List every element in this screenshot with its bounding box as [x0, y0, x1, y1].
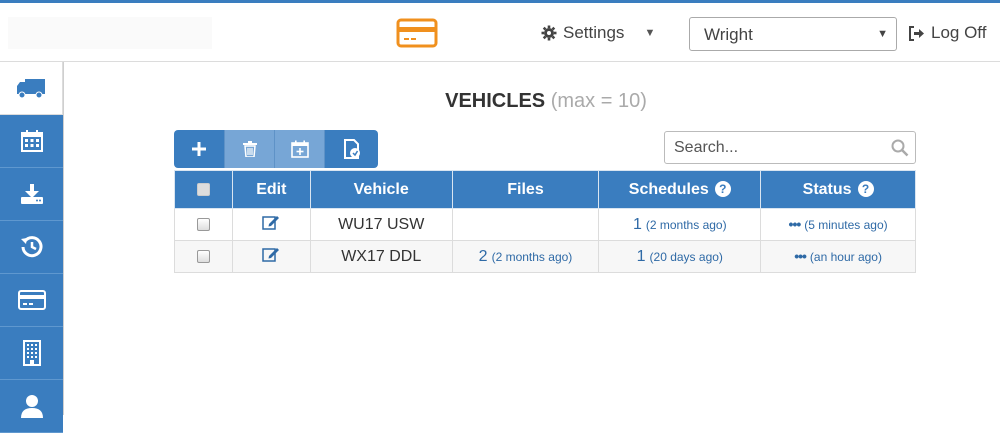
trash-icon	[242, 141, 257, 157]
sidebar-item-billing[interactable]	[0, 274, 63, 327]
column-header-schedules-label: Schedules	[628, 180, 709, 198]
content-divider	[63, 62, 64, 415]
settings-label: Settings	[563, 23, 625, 42]
gear-icon	[541, 25, 557, 41]
schedules-cell[interactable]: 1 (20 days ago)	[598, 240, 762, 273]
help-icon[interactable]: ?	[714, 181, 731, 198]
user-select[interactable]: Wright ▼	[689, 17, 897, 51]
dropdown-arrow-icon: ▼	[877, 28, 888, 40]
row-checkbox[interactable]	[196, 249, 210, 263]
vehicle-cell: WX17 DDL	[309, 240, 453, 273]
schedules-count[interactable]: 1	[637, 248, 646, 265]
sidebar-item-company[interactable]	[0, 327, 63, 380]
status-cell[interactable]: ••• (5 minutes ago)	[760, 208, 916, 241]
file-icon	[343, 139, 360, 159]
logoff-label: Log Off	[931, 23, 987, 42]
calendar-icon	[20, 130, 43, 152]
calendar-plus-icon	[290, 140, 309, 158]
vehicle-toolbar	[174, 130, 378, 168]
schedules-ago: (2 months ago)	[645, 217, 727, 232]
row-checkbox[interactable]	[196, 217, 210, 231]
edit-icon[interactable]	[262, 246, 280, 262]
column-header-status[interactable]: Status?	[760, 170, 916, 209]
row-select-cell	[174, 208, 233, 241]
edit-icon[interactable]	[262, 214, 280, 230]
status-ago: (5 minutes ago)	[804, 217, 888, 232]
logoff-button[interactable]: Log Off	[908, 23, 986, 43]
column-header-status-label: Status	[802, 180, 852, 198]
logout-icon	[909, 25, 924, 41]
search-icon[interactable]	[891, 139, 909, 157]
table-header-row: Edit Vehicle Files Schedules? Status?	[174, 170, 916, 209]
files-cell[interactable]: 2 (2 months ago)	[451, 240, 600, 273]
table-row: WX17 DDL 2 (2 months ago) 1 (20 days ago) …	[174, 240, 916, 273]
sidebar-item-calendar[interactable]	[0, 115, 63, 168]
status-dots-icon[interactable]: •••	[789, 216, 802, 232]
vehicles-table: Edit Vehicle Files Schedules? Status? WU…	[174, 170, 916, 273]
history-icon	[20, 236, 42, 258]
credit-card-icon	[17, 290, 46, 310]
column-header-files[interactable]: Files	[451, 170, 600, 209]
export-file-button[interactable]	[324, 130, 378, 168]
logo-area	[8, 17, 212, 49]
user-icon	[20, 395, 43, 418]
edit-cell	[231, 240, 311, 273]
sidebar	[0, 62, 63, 433]
files-ago: (2 months ago)	[491, 249, 573, 264]
status-dots-icon[interactable]: •••	[794, 248, 807, 264]
credit-card-icon[interactable]	[396, 18, 438, 48]
select-all-header	[174, 170, 233, 209]
select-all-checkbox[interactable]	[196, 182, 210, 196]
sidebar-item-user[interactable]	[0, 380, 63, 433]
edit-cell	[231, 208, 311, 241]
add-vehicle-button[interactable]	[174, 130, 224, 168]
schedules-ago: (20 days ago)	[649, 249, 723, 264]
chevron-down-icon: ▼	[644, 27, 656, 39]
sidebar-item-history[interactable]	[0, 221, 63, 274]
files-cell[interactable]	[451, 208, 600, 241]
add-icon	[192, 142, 206, 156]
status-cell[interactable]: ••• (an hour ago)	[760, 240, 916, 273]
column-header-vehicle[interactable]: Vehicle	[309, 170, 453, 209]
page-title-text: VEHICLES	[445, 90, 546, 112]
delete-vehicle-button[interactable]	[224, 130, 274, 168]
user-select-value: Wright	[704, 25, 753, 44]
sidebar-item-download[interactable]	[0, 168, 63, 221]
settings-menu[interactable]: Settings ▼	[541, 23, 655, 43]
schedules-cell[interactable]: 1 (2 months ago)	[598, 208, 762, 241]
add-schedule-button[interactable]	[274, 130, 324, 168]
schedules-count[interactable]: 1	[633, 216, 642, 233]
building-icon	[22, 340, 41, 366]
row-select-cell	[174, 240, 233, 273]
download-icon	[20, 184, 43, 204]
page-title-limit: (max = 10)	[550, 90, 647, 112]
column-header-schedules[interactable]: Schedules?	[598, 170, 762, 209]
page-title: VEHICLES (max = 10)	[0, 90, 1000, 113]
column-header-edit: Edit	[231, 170, 311, 209]
search-input[interactable]	[665, 132, 875, 163]
files-count[interactable]: 2	[479, 248, 488, 265]
search-box	[664, 131, 916, 164]
help-icon[interactable]: ?	[857, 181, 874, 198]
vehicle-cell: WU17 USW	[309, 208, 453, 241]
top-bar: Settings ▼ Wright ▼ Log Off	[0, 0, 1000, 62]
table-row: WU17 USW 1 (2 months ago) ••• (5 minutes a…	[174, 208, 916, 241]
status-ago: (an hour ago)	[809, 249, 882, 264]
